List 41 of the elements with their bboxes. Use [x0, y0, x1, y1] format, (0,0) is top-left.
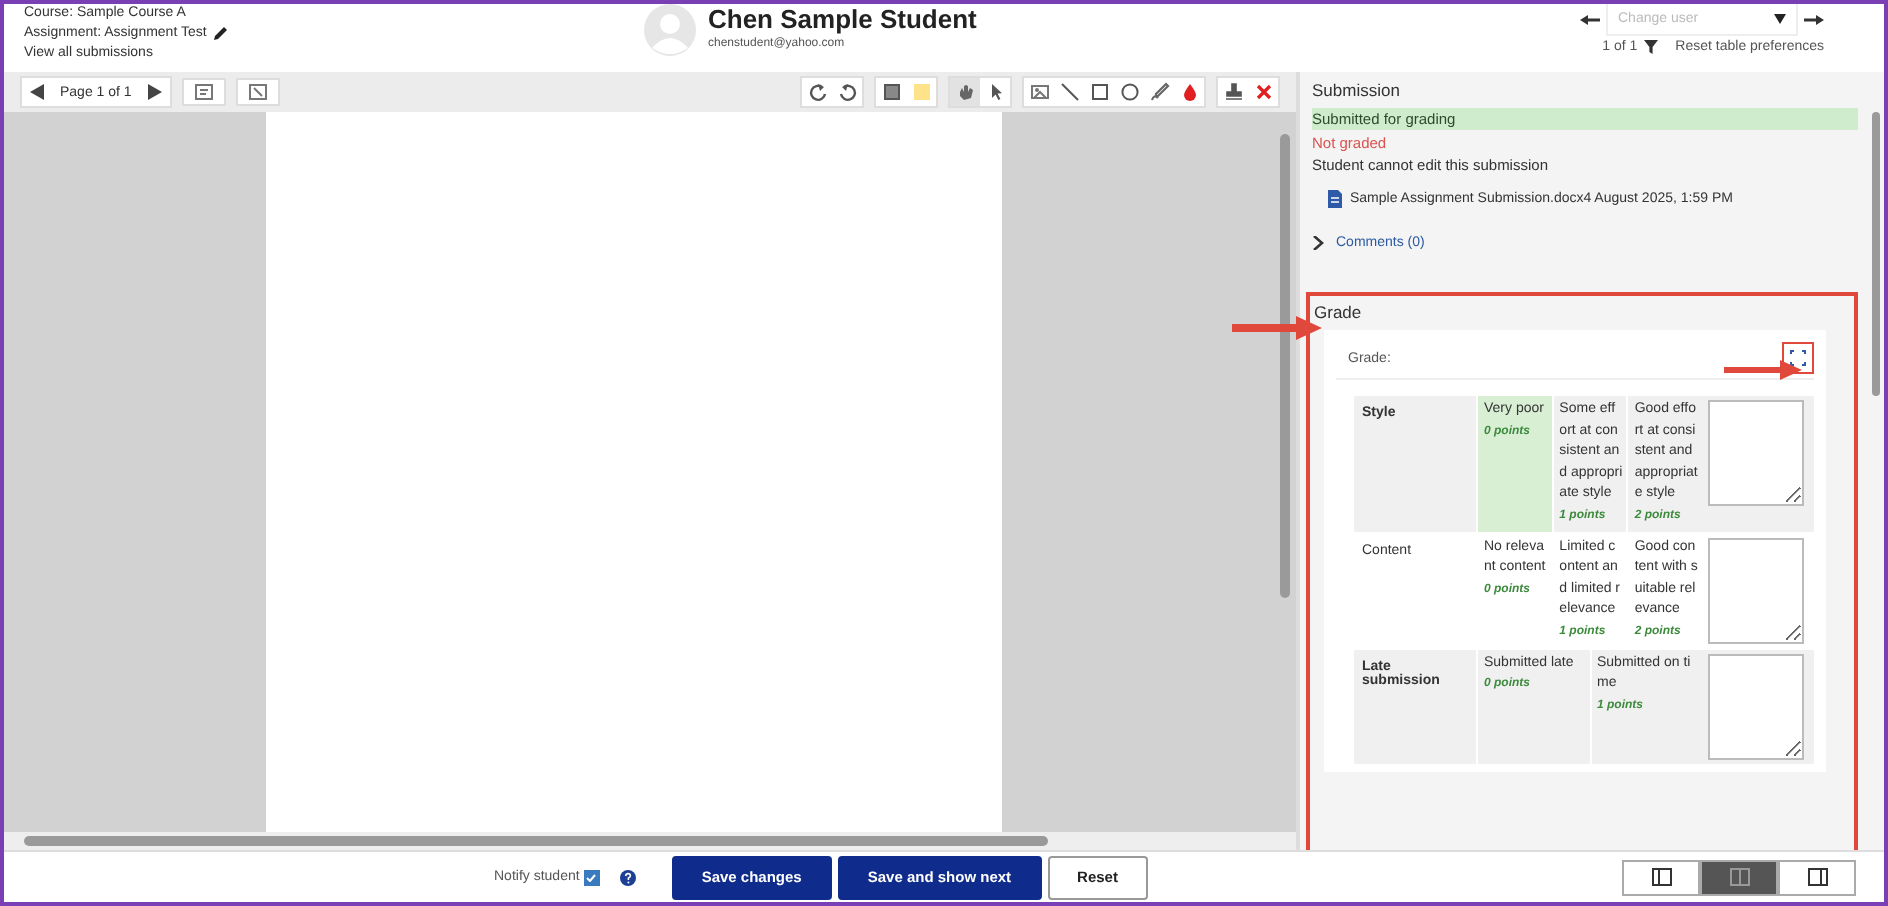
next-page-icon[interactable] — [147, 84, 162, 100]
section-title: Grade — [1314, 302, 1364, 322]
color-swatch-icon — [911, 82, 931, 102]
stamp-icon — [1223, 82, 1243, 102]
chevron-right-icon[interactable] — [1312, 236, 1324, 250]
filter-icon[interactable] — [1643, 40, 1658, 54]
pencil-icon[interactable] — [212, 25, 229, 41]
layout-button[interactable] — [1622, 859, 1700, 895]
remark-field[interactable] — [1708, 537, 1804, 644]
dropdown-caret-icon — [1774, 13, 1786, 23]
delete-icon — [1253, 82, 1273, 102]
rotate-left-icon — [807, 82, 827, 102]
previous-page-icon[interactable] — [30, 84, 44, 100]
document-icon — [1328, 190, 1342, 208]
notify-checkbox[interactable] — [583, 869, 600, 885]
rectangle-icon — [1089, 82, 1109, 102]
layout-button[interactable] — [1778, 859, 1856, 895]
rotate-right-icon — [837, 82, 857, 102]
section-title: Submission — [1312, 80, 1402, 100]
search-comments-icon[interactable] — [181, 78, 226, 106]
next-arrow-icon[interactable] — [1804, 14, 1824, 26]
remark-field[interactable] — [1708, 400, 1804, 506]
checkmark-icon — [586, 873, 597, 881]
picture-icon — [1029, 82, 1049, 102]
expand-icon[interactable] — [1790, 350, 1806, 366]
left-panel-icon — [1651, 868, 1671, 886]
remark-field[interactable] — [1708, 653, 1804, 760]
comment-icon — [881, 82, 901, 102]
hand-tool[interactable] — [950, 78, 980, 106]
help-icon[interactable] — [619, 869, 636, 885]
hand-icon — [955, 82, 975, 102]
student-name: Chen Sample Student — [708, 4, 977, 34]
circle-icon — [1119, 82, 1139, 102]
layout-button[interactable] — [1700, 859, 1778, 895]
drop-icon — [1179, 82, 1199, 102]
both-panels-icon — [1729, 868, 1749, 886]
right-panel-icon — [1807, 868, 1827, 886]
line-icon — [1059, 82, 1079, 102]
previous-arrow-icon[interactable] — [1580, 14, 1600, 26]
expand-comments-icon[interactable] — [235, 78, 280, 106]
pen-icon — [1149, 82, 1169, 102]
